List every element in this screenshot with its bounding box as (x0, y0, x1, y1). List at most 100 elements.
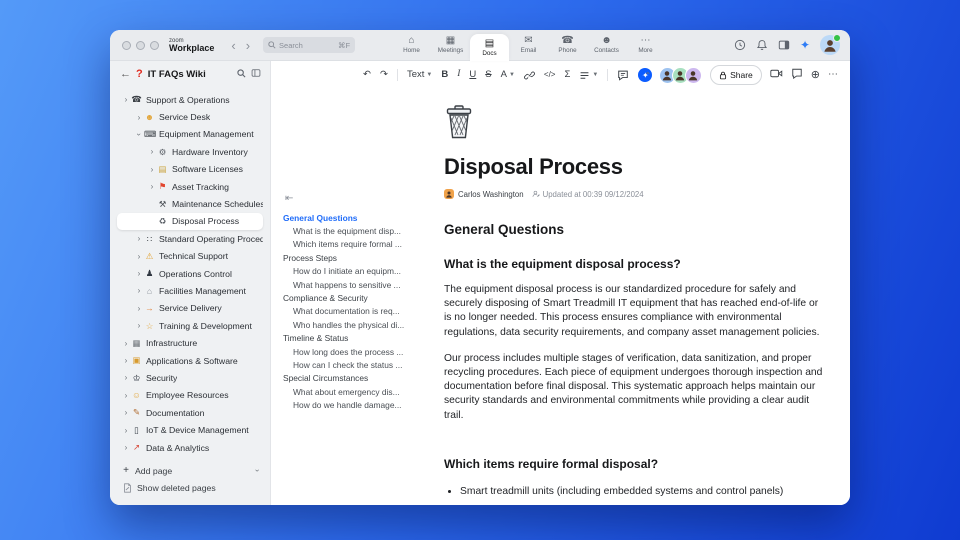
web-icon[interactable]: ⊕ (811, 69, 820, 81)
sidebar-collapse-icon[interactable] (251, 65, 261, 83)
chevron-right-icon[interactable]: › (121, 391, 131, 400)
video-call-icon[interactable] (770, 68, 783, 82)
asset-tracking-icon: ⚑ (158, 181, 167, 192)
chevron-right-icon[interactable]: › (121, 95, 131, 104)
chevron-right-icon[interactable]: › (134, 321, 144, 330)
chevron-right-icon[interactable]: › (121, 373, 131, 382)
collapse-toolbar-icon[interactable]: ⌃ (644, 71, 651, 80)
ai-companion-icon[interactable]: ✦ (800, 39, 810, 51)
close-window-button[interactable] (122, 40, 131, 50)
code-button[interactable]: </> (544, 71, 556, 79)
underline-button[interactable]: U (469, 70, 476, 80)
sidebar-item-data-analytics[interactable]: › ↗ Data & Analytics (117, 439, 263, 456)
list-format-dropdown[interactable]: ▼ (579, 70, 598, 81)
nav-tab-docs[interactable]: ▤ Docs (470, 34, 509, 61)
sidebar-item-equipment-management[interactable]: › ⌨ Equipment Management (117, 126, 263, 143)
security-icon: ♔ (132, 372, 141, 383)
chevron-right-icon[interactable]: › (121, 426, 131, 435)
sidebar-item-operations-control[interactable]: › ♟ Operations Control (117, 265, 263, 282)
sidebar-item-iot-device-management[interactable]: › ▯ IoT & Device Management (117, 421, 263, 438)
text-style-dropdown[interactable]: Text ▼ (407, 70, 432, 80)
chevron-right-icon[interactable]: › (134, 304, 144, 313)
sidebar-item-employee-resources[interactable]: › ☺ Employee Resources (117, 387, 263, 404)
more-actions-icon[interactable]: ⋯ (828, 70, 838, 80)
chevron-right-icon[interactable]: › (134, 234, 144, 243)
nav-tab-home[interactable]: ⌂ Home (392, 30, 431, 60)
sidebar-search-icon[interactable] (237, 65, 246, 83)
sidebar-item-infrastructure[interactable]: › ▦ Infrastructure (117, 334, 263, 351)
chevron-right-icon[interactable]: › (134, 269, 144, 278)
chevron-right-icon[interactable]: › (121, 443, 131, 452)
text-color-dropdown[interactable]: A ▼ (501, 70, 515, 80)
doc-title: Disposal Process (444, 154, 623, 179)
software-licenses-icon: ▤ (158, 164, 167, 174)
panel-toggle-icon[interactable] (778, 39, 790, 51)
bold-button[interactable]: B (441, 70, 448, 80)
strikethrough-button[interactable]: S (485, 70, 491, 80)
comment-icon[interactable] (617, 69, 629, 81)
nav-tab-more[interactable]: ⋯ More (626, 30, 665, 60)
sidebar-item-hardware-inventory[interactable]: › ⚙ Hardware Inventory (117, 143, 263, 160)
author-name[interactable]: Carlos Washington (458, 190, 524, 199)
back-button[interactable]: ‹ (226, 39, 240, 52)
chevron-right-icon[interactable]: › (147, 182, 157, 191)
nav-tab-email[interactable]: ✉ Email (509, 30, 548, 60)
sidebar-back-icon[interactable]: ← (120, 68, 131, 80)
sidebar-item-service-delivery[interactable]: › → Service Delivery (117, 300, 263, 317)
sidebar-item-software-licenses[interactable]: › ▤ Software Licenses (117, 161, 263, 178)
global-search-input[interactable]: Search ⌘F (263, 37, 356, 53)
nav-tab-phone[interactable]: ☎ Phone (548, 30, 587, 60)
minimize-window-button[interactable] (136, 40, 145, 50)
chevron-right-icon[interactable]: › (147, 147, 157, 156)
infrastructure-icon: ▦ (132, 337, 141, 348)
show-deleted-pages-button[interactable]: Show deleted pages (117, 480, 263, 497)
sidebar-item-disposal-process[interactable]: ♻ Disposal Process (117, 212, 263, 231)
sidebar-item-support-operations[interactable]: › ☎ Support & Operations (117, 91, 263, 108)
nav-tab-meetings[interactable]: ▦ Meetings (431, 30, 470, 60)
italic-button[interactable]: I (457, 70, 460, 80)
link-icon[interactable] (523, 70, 535, 81)
sidebar-item-training-development[interactable]: › ☆ Training & Development (117, 317, 263, 334)
nav-tab-contacts[interactable]: ☻ Contacts (587, 30, 626, 60)
share-button[interactable]: Share (710, 65, 762, 85)
history-icon[interactable] (734, 39, 746, 51)
redo-icon[interactable]: ↷ (380, 70, 388, 80)
undo-icon[interactable]: ↶ (363, 70, 371, 80)
sidebar-item-facilities-management[interactable]: › ⌂ Facilities Management (117, 282, 263, 299)
chevron-down-icon[interactable]: › (135, 129, 144, 139)
zoom-window-button[interactable] (150, 40, 159, 50)
sidebar-item-applications-software[interactable]: › ▣ Applications & Software (117, 352, 263, 369)
chevron-right-icon[interactable]: › (121, 408, 131, 417)
sidebar-item-maintenance-schedules[interactable]: ⚒ Maintenance Schedules (117, 195, 263, 212)
doc-section-heading: General Questions (444, 222, 565, 237)
sidebar-item-standard-operating-procedures[interactable]: ›∷ Standard Operating Procedures (117, 230, 263, 247)
forward-button[interactable]: › (241, 39, 255, 52)
chevron-right-icon[interactable]: › (121, 356, 131, 365)
search-shortcut: ⌘F (337, 40, 351, 50)
chevron-right-icon[interactable]: › (134, 252, 144, 261)
documentation-icon: ✎ (132, 407, 141, 418)
toolbar-divider (607, 69, 609, 81)
chevron-right-icon[interactable]: › (147, 165, 157, 174)
sidebar-item-label: Software Licenses (172, 164, 243, 175)
collaborator-avatar[interactable] (685, 66, 703, 84)
support-operations-icon: ☎ (131, 94, 142, 105)
add-page-button[interactable]: + Add page › (117, 462, 263, 479)
chat-icon[interactable] (791, 68, 803, 82)
doc-scroll-area[interactable]: Disposal Process Carlos Washington Updat… (271, 89, 850, 505)
phone-icon: ☎ (561, 35, 574, 46)
add-page-chevron-icon[interactable]: › (253, 470, 262, 473)
sidebar-item-asset-tracking[interactable]: › ⚑ Asset Tracking (117, 178, 263, 195)
chevron-right-icon[interactable]: › (121, 339, 131, 348)
formula-button[interactable]: Σ (564, 70, 570, 80)
sidebar-item-technical-support[interactable]: › ⚠ Technical Support (117, 248, 263, 265)
notifications-bell-icon[interactable] (756, 39, 768, 51)
chevron-right-icon[interactable]: › (134, 113, 144, 122)
sidebar-item-service-desk[interactable]: › ☻ Service Desk (117, 108, 263, 125)
sidebar-item-security[interactable]: › ♔ Security (117, 369, 263, 386)
search-icon (268, 41, 276, 49)
user-avatar[interactable] (820, 34, 841, 55)
sidebar-item-label: Maintenance Schedules (172, 199, 263, 210)
sidebar-item-documentation[interactable]: › ✎ Documentation (117, 404, 263, 421)
chevron-right-icon[interactable]: › (134, 286, 144, 295)
